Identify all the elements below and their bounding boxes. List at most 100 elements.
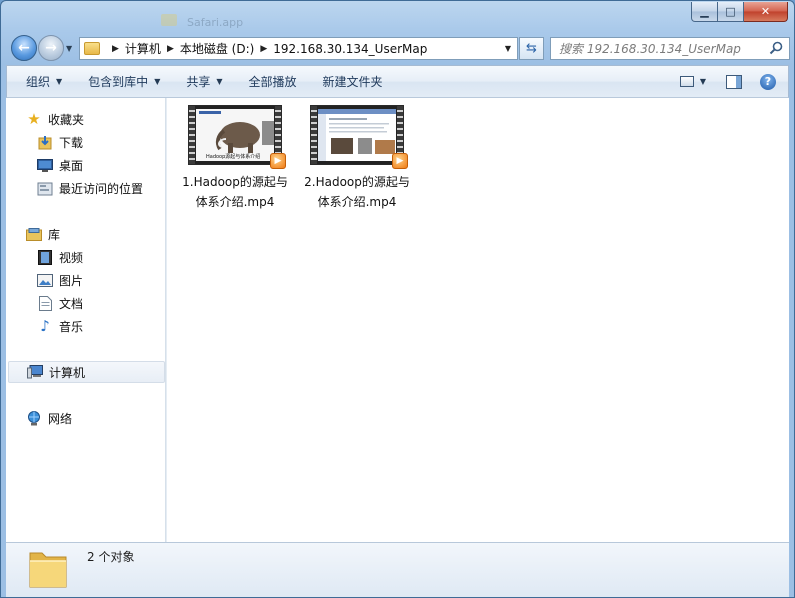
browser-slide-image [318,109,396,161]
organize-menu[interactable]: 组织 ▼ [7,66,74,97]
film-strip-decoration [189,106,195,164]
file-list[interactable]: Hadoop源起与体系介绍 ▶ 1.Hadoop的源起与体系介绍.mp4 ▶ 2… [167,98,789,542]
nav-videos-label: 视频 [59,250,84,265]
nav-network[interactable]: 网络 [6,407,166,429]
share-label: 共享 [186,75,211,89]
back-arrow-icon: ← [18,40,30,56]
new-folder-button[interactable]: 新建文件夹 [309,66,395,97]
preview-pane-icon[interactable] [726,74,742,89]
new-folder-label: 新建文件夹 [322,75,383,89]
breadcrumb-computer[interactable]: 计算机 [125,40,161,57]
chevron-down-icon: ▼ [216,77,223,86]
picture-library-icon [37,272,53,288]
file-name: 2.Hadoop的源起与体系介绍.mp4 [304,175,410,209]
close-icon: ✕ [760,5,771,18]
nav-documents[interactable]: 文档 [6,292,166,314]
nav-desktop-label: 桌面 [59,158,84,173]
folder-icon [29,552,67,588]
minimize-icon: ▁ [700,5,709,18]
refresh-button[interactable]: ⇆ [519,37,544,60]
star-icon: ★ [27,110,41,128]
film-strip-decoration [311,106,317,164]
details-pane: 2 个对象 [6,542,789,597]
nav-computer-label: 计算机 [49,365,86,380]
network-icon [26,410,42,426]
nav-favorites[interactable]: ★ 收藏夹 [6,108,166,130]
play-badge-icon: ▶ [392,153,408,169]
file-item-1[interactable]: Hadoop源起与体系介绍 ▶ 1.Hadoop的源起与体系介绍.mp4 [175,105,295,212]
file-name: 1.Hadoop的源起与体系介绍.mp4 [182,175,288,209]
library-icon [26,226,42,242]
explorer-window: Safari.app ▁ □ ✕ ← → ▼ ▶ 计算机 ▶ 本地磁盘 (D:)… [0,0,795,598]
thumbnail-caption: Hadoop源起与体系介绍 [205,153,262,160]
navigation-row: ← → ▼ ▶ 计算机 ▶ 本地磁盘 (D:) ▶ 192.168.30.134… [1,31,794,65]
maximize-button[interactable]: □ [718,2,744,22]
close-button[interactable]: ✕ [744,2,788,22]
computer-icon [27,364,43,380]
forward-button[interactable]: → [38,35,64,61]
play-all-label: 全部播放 [248,75,297,89]
minimize-button[interactable]: ▁ [691,2,718,22]
search-box[interactable] [550,37,790,60]
back-button[interactable]: ← [11,35,37,61]
nav-libraries-label: 库 [48,227,61,242]
navigation-pane[interactable]: ★ 收藏夹 下载 桌面 最近访问的位置 库 视频 图片 文档 ♪ 音乐 计算机 … [6,98,166,542]
title-bar[interactable]: Safari.app ▁ □ ✕ [1,1,794,31]
nav-recent-places[interactable]: 最近访问的位置 [6,177,166,199]
nav-pictures[interactable]: 图片 [6,269,166,291]
recent-pages-dropdown-icon[interactable]: ▼ [66,44,72,53]
nav-music-label: 音乐 [59,319,84,334]
chevron-right-icon[interactable]: ▶ [112,44,119,54]
nav-downloads[interactable]: 下载 [6,131,166,153]
nav-music[interactable]: ♪ 音乐 [6,315,166,337]
client-area: ★ 收藏夹 下载 桌面 最近访问的位置 库 视频 图片 文档 ♪ 音乐 计算机 … [6,98,789,542]
video-library-icon [37,249,53,265]
downloads-folder-icon [37,134,53,150]
nav-downloads-label: 下载 [59,135,84,150]
include-in-library-menu[interactable]: 包含到库中 ▼ [74,66,172,97]
command-bar: 组织 ▼ 包含到库中 ▼ 共享 ▼ 全部播放 新建文件夹 ▼ ? [6,65,789,98]
nav-computer[interactable]: 计算机 [8,361,165,383]
play-badge-icon: ▶ [270,153,286,169]
app-icon [161,14,177,26]
maximize-icon: □ [725,5,736,18]
folder-icon [84,42,100,55]
document-library-icon [37,295,53,311]
chevron-down-icon: ▼ [56,77,63,86]
thumbnail-frame [318,109,396,161]
breadcrumb-current-folder[interactable]: 192.168.30.134_UserMap [273,42,427,56]
help-icon[interactable]: ? [760,73,776,90]
nav-recent-label: 最近访问的位置 [59,181,144,196]
nav-videos[interactable]: 视频 [6,246,166,268]
view-controls: ▼ ? [679,66,788,97]
item-count: 2 个对象 [87,550,135,564]
nav-favorites-label: 收藏夹 [48,112,85,127]
breadcrumb-local-disk[interactable]: 本地磁盘 (D:) [180,40,254,57]
video-thumbnail: ▶ [310,105,408,169]
file-item-2[interactable]: ▶ 2.Hadoop的源起与体系介绍.mp4 [297,105,417,212]
nav-desktop[interactable]: 桌面 [6,154,166,176]
nav-network-label: 网络 [48,411,73,426]
desktop-icon [37,157,53,173]
refresh-icon: ⇆ [526,41,537,56]
search-icon[interactable] [769,41,783,55]
search-input[interactable] [559,41,767,56]
nav-libraries[interactable]: 库 [6,223,166,245]
organize-label: 组织 [26,75,51,89]
window-title: Safari.app [187,16,244,29]
chevron-right-icon[interactable]: ▶ [260,44,267,54]
include-library-label: 包含到库中 [88,75,149,89]
chevron-right-icon[interactable]: ▶ [167,44,174,54]
caption-buttons: ▁ □ ✕ [691,2,788,22]
nav-documents-label: 文档 [59,296,84,311]
address-bar[interactable]: ▶ 计算机 ▶ 本地磁盘 (D:) ▶ 192.168.30.134_UserM… [79,37,518,60]
forward-arrow-icon: → [45,40,57,56]
play-all-button[interactable]: 全部播放 [235,66,309,97]
change-view-icon[interactable] [679,76,694,87]
chevron-down-icon: ▼ [154,77,161,86]
view-options-dropdown-icon[interactable]: ▼ [700,77,706,86]
video-thumbnail: Hadoop源起与体系介绍 ▶ [188,105,286,169]
share-menu[interactable]: 共享 ▼ [172,66,234,97]
nav-pictures-label: 图片 [59,273,84,288]
address-dropdown-icon[interactable]: ▼ [505,44,511,53]
